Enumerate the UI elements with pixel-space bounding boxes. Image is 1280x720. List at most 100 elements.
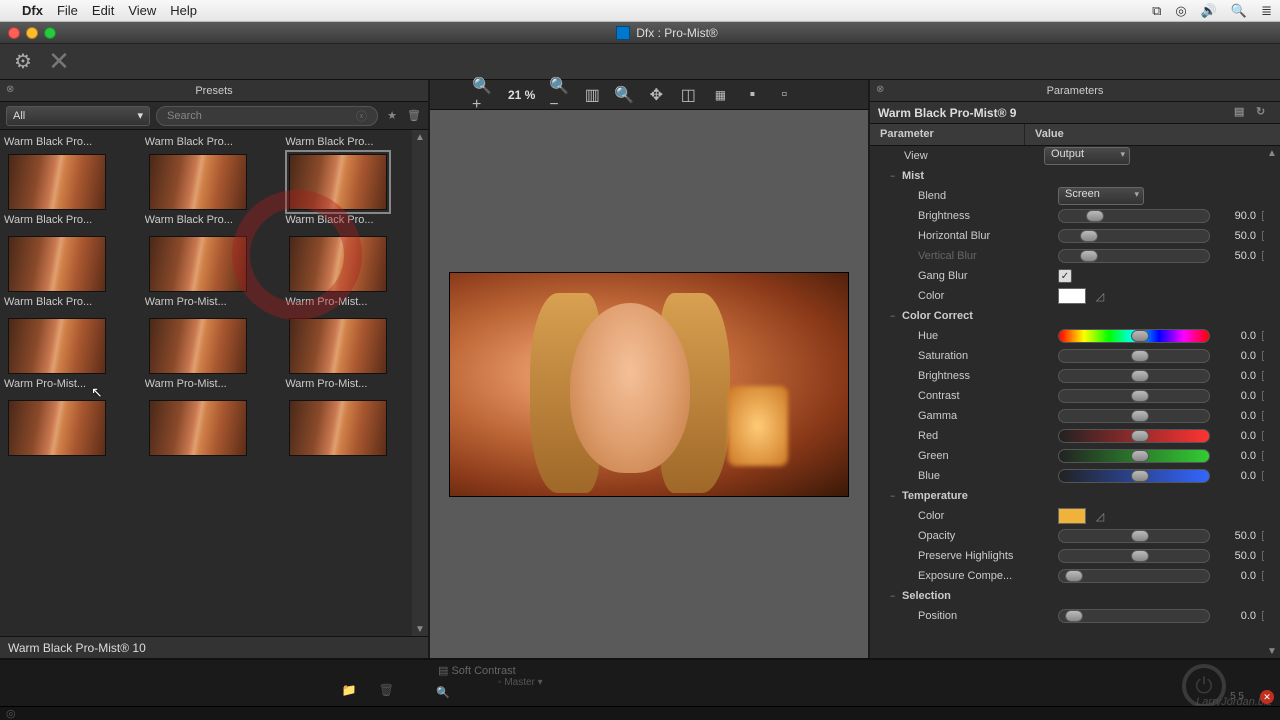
parameter-value[interactable]: 50.0 xyxy=(1216,530,1256,542)
volume-icon[interactable]: 🔊 xyxy=(1201,3,1217,19)
group-toggle-icon[interactable]: − xyxy=(890,171,902,181)
parameter-slider[interactable] xyxy=(1058,369,1210,383)
slider-knob[interactable] xyxy=(1065,570,1083,582)
settings-gear-icon[interactable]: ⚙ xyxy=(10,49,36,75)
footer-search-icon[interactable]: 🔍 xyxy=(436,686,450,699)
slider-knob[interactable] xyxy=(1080,230,1098,242)
parameter-value[interactable]: 0.0 xyxy=(1216,450,1256,462)
slider-knob[interactable] xyxy=(1131,450,1149,462)
parameter-slider[interactable] xyxy=(1058,469,1210,483)
preset-item[interactable]: Warm Black Pro... xyxy=(285,154,391,234)
presets-search-input[interactable]: Search ⓧ xyxy=(156,106,378,126)
parameter-slider[interactable] xyxy=(1058,429,1210,443)
group-toggle-icon[interactable]: − xyxy=(890,311,902,321)
parameter-value[interactable]: 0.0 xyxy=(1216,390,1256,402)
slider-knob[interactable] xyxy=(1131,330,1149,342)
menu-view[interactable]: View xyxy=(128,3,156,18)
slider-knob[interactable] xyxy=(1131,390,1149,402)
parameter-value[interactable]: 50.0 xyxy=(1216,250,1256,262)
fit-width-icon[interactable]: ▥ xyxy=(581,84,603,106)
preset-item[interactable]: Warm Pro-Mist... xyxy=(145,236,251,316)
preset-item[interactable]: Warm Black Pro... xyxy=(4,236,110,316)
window-minimize-button[interactable] xyxy=(26,27,38,39)
window-close-button[interactable] xyxy=(8,27,20,39)
preset-item[interactable]: Warm Pro-Mist... xyxy=(145,318,251,398)
zoom-region-icon[interactable]: 🔍 xyxy=(613,84,635,106)
menu-edit[interactable]: Edit xyxy=(92,3,114,18)
group-toggle-icon[interactable]: − xyxy=(890,491,902,501)
preset-item[interactable]: Warm Pro-Mist... xyxy=(285,236,391,316)
parameter-slider[interactable] xyxy=(1058,569,1210,583)
split-view-icon[interactable]: ◫ xyxy=(677,84,699,106)
pan-icon[interactable]: ✥ xyxy=(645,84,667,106)
slider-knob[interactable] xyxy=(1131,530,1149,542)
single-view-icon[interactable]: ▪ xyxy=(741,84,763,106)
slider-knob[interactable] xyxy=(1131,410,1149,422)
parameter-value[interactable]: 50.0 xyxy=(1216,230,1256,242)
parameter-slider[interactable] xyxy=(1058,609,1210,623)
parameter-value[interactable]: 0.0 xyxy=(1216,330,1256,342)
slider-knob[interactable] xyxy=(1080,250,1098,262)
parameter-value[interactable]: 50.0 xyxy=(1216,550,1256,562)
presets-close-icon[interactable]: ⊗ xyxy=(6,84,20,98)
compare-icon[interactable]: ▦ xyxy=(709,84,731,106)
preset-item[interactable] xyxy=(145,400,251,468)
parameter-slider[interactable] xyxy=(1058,349,1210,363)
parameter-slider[interactable] xyxy=(1058,389,1210,403)
slider-knob[interactable] xyxy=(1131,370,1149,382)
slider-knob[interactable] xyxy=(1131,550,1149,562)
scroll-down-arrow[interactable]: ▼ xyxy=(415,622,425,636)
scroll-down-arrow[interactable]: ▼ xyxy=(1267,644,1277,658)
parameter-value[interactable]: 90.0 xyxy=(1216,210,1256,222)
presets-category-dropdown[interactable]: All ▾ xyxy=(6,106,150,126)
favorite-star-icon[interactable]: ★ xyxy=(384,108,400,124)
parameters-close-icon[interactable]: ⊗ xyxy=(876,84,890,98)
footer-close-button[interactable]: ✕ xyxy=(1260,690,1274,704)
parameter-value[interactable]: 0.0 xyxy=(1216,470,1256,482)
parameter-value[interactable]: 0.0 xyxy=(1216,570,1256,582)
preset-item[interactable]: Warm Pro-Mist... xyxy=(285,318,391,398)
parameter-slider[interactable] xyxy=(1058,449,1210,463)
zoom-level[interactable]: 21 % xyxy=(504,88,539,102)
slider-knob[interactable] xyxy=(1086,210,1104,222)
parameter-select[interactable]: Output xyxy=(1044,147,1130,165)
parameter-checkbox[interactable]: ✓ xyxy=(1058,269,1072,283)
scroll-up-arrow[interactable]: ▲ xyxy=(1267,146,1277,160)
spotlight-icon[interactable]: 🔍 xyxy=(1231,3,1247,19)
parameter-slider[interactable] xyxy=(1058,549,1210,563)
delete-icon[interactable]: 🗑 xyxy=(379,683,394,697)
screen-record-icon[interactable]: ⧉ xyxy=(1152,3,1161,19)
group-toggle-icon[interactable]: − xyxy=(890,591,902,601)
slider-knob[interactable] xyxy=(1131,470,1149,482)
parameter-value[interactable]: 0.0 xyxy=(1216,430,1256,442)
parameter-select[interactable]: Screen xyxy=(1058,187,1144,205)
parameter-slider[interactable] xyxy=(1058,229,1210,243)
preset-item[interactable] xyxy=(4,400,110,468)
cancel-x-icon[interactable]: ✕ xyxy=(46,49,72,75)
viewer-canvas[interactable] xyxy=(430,110,868,658)
sync-icon[interactable]: ◎ xyxy=(1175,3,1186,19)
parameter-slider[interactable] xyxy=(1058,249,1210,263)
folder-icon[interactable]: 📁 xyxy=(342,683,357,697)
presets-scrollbar[interactable]: ▲ ▼ xyxy=(412,130,428,636)
parameter-value[interactable]: 0.0 xyxy=(1216,350,1256,362)
parameter-slider[interactable] xyxy=(1058,409,1210,423)
trash-icon[interactable]: 🗑 xyxy=(406,108,422,124)
parameter-value[interactable]: 0.0 xyxy=(1216,410,1256,422)
eyedropper-icon[interactable]: ◿ xyxy=(1092,508,1108,524)
slider-knob[interactable] xyxy=(1131,350,1149,362)
menu-file[interactable]: File xyxy=(57,3,78,18)
page-icon[interactable]: ▫ xyxy=(773,84,795,106)
zoom-in-icon[interactable]: 🔍+ xyxy=(472,84,494,106)
preset-item[interactable] xyxy=(285,400,391,468)
parameter-value[interactable]: 0.0 xyxy=(1216,370,1256,382)
parameters-scrollbar[interactable]: ▲ ▼ xyxy=(1264,146,1280,658)
menu-list-icon[interactable]: ≣ xyxy=(1261,3,1272,19)
slider-knob[interactable] xyxy=(1065,610,1083,622)
zoom-out-icon[interactable]: 🔍− xyxy=(549,84,571,106)
color-swatch[interactable] xyxy=(1058,288,1086,304)
slider-knob[interactable] xyxy=(1131,430,1149,442)
save-preset-icon[interactable]: ▤ xyxy=(1234,105,1250,121)
color-swatch[interactable] xyxy=(1058,508,1086,524)
app-name[interactable]: Dfx xyxy=(22,3,43,18)
